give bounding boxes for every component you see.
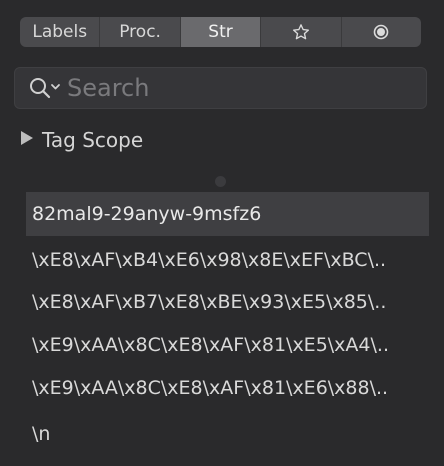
list-item[interactable]: \xE9\xAA\x8C\xE8\xAF\x81\xE6\x88\.. bbox=[26, 366, 429, 410]
tab-procedures[interactable]: Proc. bbox=[100, 17, 181, 47]
string-value: \xE8\xAF\xB7\xE8\xBE\x93\xE5\x85\.. bbox=[32, 291, 387, 313]
tab-labels[interactable]: Labels bbox=[20, 17, 101, 47]
string-value: 82mal9-29anyw-9msfz6 bbox=[32, 203, 262, 225]
list-item[interactable]: \n bbox=[26, 412, 429, 456]
string-value: \xE8\xAF\xB4\xE6\x98\x8E\xEF\xBC\.. bbox=[32, 249, 387, 271]
string-value: \xE9\xAA\x8C\xE8\xAF\x81\xE6\x88\.. bbox=[32, 377, 389, 399]
tab-record[interactable] bbox=[342, 17, 421, 47]
search-input[interactable] bbox=[67, 74, 426, 102]
list-item[interactable]: \xE9\xAA\x8C\xE8\xAF\x81\xE5\xA4\.. bbox=[26, 323, 429, 367]
string-value: \xE9\xAA\x8C\xE8\xAF\x81\xE5\xA4\.. bbox=[32, 334, 389, 356]
tab-label: Proc. bbox=[119, 22, 161, 42]
star-icon bbox=[292, 23, 310, 41]
search-icon[interactable] bbox=[23, 67, 67, 109]
splitter-handle[interactable] bbox=[215, 176, 226, 187]
tab-label: Labels bbox=[32, 22, 88, 42]
tab-label: Str bbox=[208, 22, 233, 42]
search-field[interactable] bbox=[14, 67, 427, 109]
list-item[interactable]: 82mal9-29anyw-9msfz6 bbox=[26, 192, 429, 236]
view-segmented-control: Labels Proc. Str bbox=[20, 17, 421, 47]
tag-scope-disclosure[interactable]: Tag Scope bbox=[20, 126, 143, 154]
tab-bookmarks[interactable] bbox=[261, 17, 342, 47]
string-value: \n bbox=[32, 423, 51, 445]
record-icon bbox=[373, 24, 389, 40]
tab-strings[interactable]: Str bbox=[180, 17, 262, 47]
disclosure-triangle-icon[interactable] bbox=[20, 130, 34, 150]
tag-scope-label: Tag Scope bbox=[42, 128, 144, 152]
list-item[interactable]: \xE8\xAF\xB7\xE8\xBE\x93\xE5\x85\.. bbox=[26, 280, 429, 324]
list-item[interactable]: \xE8\xAF\xB4\xE6\x98\x8E\xEF\xBC\.. bbox=[26, 238, 429, 282]
